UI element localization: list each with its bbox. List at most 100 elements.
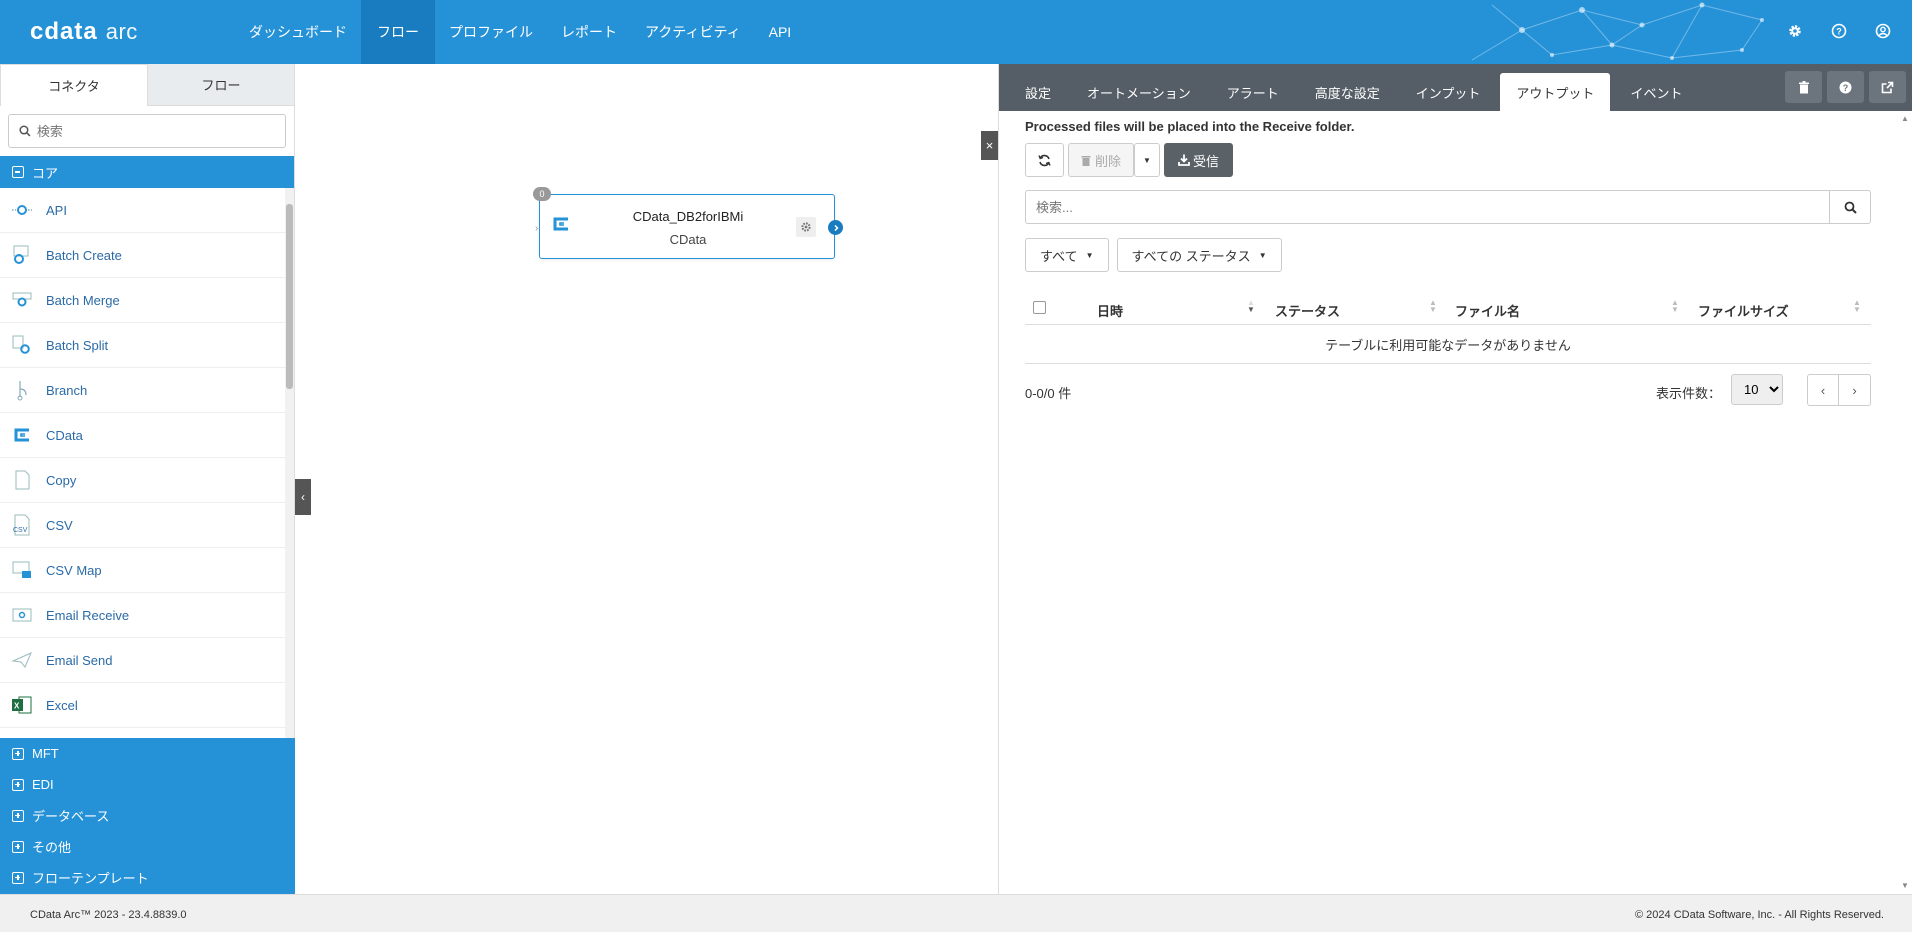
trash-icon[interactable]	[1785, 71, 1822, 103]
column-filesize[interactable]: ファイルサイズ	[1698, 301, 1789, 320]
output-search	[1025, 190, 1871, 224]
close-panel-button[interactable]: ×	[981, 131, 998, 160]
expand-icon	[12, 871, 24, 884]
connector-email-receive[interactable]: Email Receive	[0, 593, 286, 638]
tab-alerts[interactable]: アラート	[1211, 73, 1295, 111]
column-status[interactable]: ステータス	[1275, 301, 1340, 320]
connector-label: CSV	[46, 517, 73, 533]
download-icon	[1178, 154, 1190, 166]
help-icon[interactable]: ?	[1827, 71, 1864, 103]
tab-flows[interactable]: フロー	[148, 64, 294, 106]
nav-item-profile[interactable]: プロファイル	[435, 0, 547, 64]
sort-icon[interactable]: ▲ ▼	[1671, 299, 1679, 314]
receive-button[interactable]: 受信	[1164, 143, 1233, 177]
tab-settings[interactable]: 設定	[1009, 73, 1067, 111]
scroll-down-icon[interactable]: ▼	[1900, 881, 1910, 890]
section-edi[interactable]: EDI	[0, 769, 295, 800]
network-decoration	[1471, 2, 1764, 61]
search-icon	[1844, 201, 1857, 214]
app-logo[interactable]: cdata arc	[30, 18, 138, 46]
scroll-up-icon[interactable]: ▲	[1900, 114, 1910, 123]
connector-label: CData	[46, 427, 83, 443]
tab-connectors[interactable]: コネクタ	[0, 64, 148, 106]
expand-icon	[12, 840, 24, 853]
next-page-button[interactable]: ›	[1839, 374, 1871, 406]
sort-icon[interactable]: ▲ ▼	[1853, 299, 1861, 314]
column-datetime[interactable]: 日時	[1097, 301, 1123, 320]
sidebar-scroll-thumb[interactable]	[286, 204, 293, 389]
output-search-input[interactable]	[1025, 190, 1829, 224]
connector-label: CSV Map	[46, 562, 102, 578]
connector-copy[interactable]: Copy	[0, 458, 286, 503]
connector-csv[interactable]: CSV CSV	[0, 503, 286, 548]
node-input-port[interactable]: ›	[535, 223, 538, 234]
output-toolbar: 削除 ▼ 受信	[1025, 143, 1871, 177]
per-page-select[interactable]: 10	[1731, 374, 1783, 405]
connector-label: API	[46, 202, 67, 218]
version-text: CData Arc™ 2023 - 23.4.8839.0	[30, 909, 187, 921]
section-core-label: コア	[32, 165, 59, 181]
expand-icon	[12, 778, 24, 791]
connector-branch[interactable]: Branch	[0, 368, 286, 413]
connector-batch-create[interactable]: Batch Create	[0, 233, 286, 278]
filter-all-dropdown[interactable]: すべて ▼	[1025, 238, 1109, 272]
tab-output[interactable]: アウトプット	[1500, 73, 1611, 111]
sidebar-scrollbar[interactable]	[285, 188, 294, 740]
excel-icon: X	[10, 693, 34, 717]
tab-advanced[interactable]: 高度な設定	[1299, 73, 1396, 111]
node-gear-icon[interactable]	[796, 217, 816, 237]
tab-events[interactable]: イベント	[1614, 73, 1698, 111]
connector-api[interactable]: API	[0, 188, 286, 233]
tab-automation[interactable]: オートメーション	[1071, 73, 1207, 111]
collapse-icon	[12, 166, 24, 178]
gear-icon[interactable]	[1784, 20, 1806, 42]
collapse-sidebar-button[interactable]: ‹	[295, 479, 311, 515]
trash-icon	[1081, 155, 1091, 166]
nav-item-api[interactable]: API	[755, 0, 806, 64]
connector-cdata[interactable]: CData	[0, 413, 286, 458]
flow-node-cdata[interactable]: 0 › CData_DB2forIBMi CData	[533, 187, 843, 259]
user-icon[interactable]	[1872, 20, 1894, 42]
sort-icon[interactable]: ▲ ▼	[1429, 299, 1437, 314]
column-filename[interactable]: ファイル名	[1455, 301, 1520, 320]
external-link-icon[interactable]	[1869, 71, 1906, 103]
nav-item-reports[interactable]: レポート	[547, 0, 631, 64]
output-table: 日時 ▲ ▼ ステータス ▲ ▼ ファイル名 ▲ ▼ ファイルサイズ ▲ ▼ テーブルに…	[1025, 290, 1871, 364]
section-other[interactable]: その他	[0, 831, 295, 862]
connector-batch-merge[interactable]: Batch Merge	[0, 278, 286, 323]
filter-status-dropdown[interactable]: すべての ステータス ▼	[1116, 238, 1282, 272]
connector-csv-map[interactable]: CSV Map	[0, 548, 286, 593]
section-database[interactable]: データベース	[0, 800, 295, 831]
section-label: データベース	[32, 809, 110, 824]
refresh-button[interactable]	[1025, 143, 1064, 177]
svg-text:X: X	[14, 702, 20, 711]
delete-button[interactable]: 削除	[1068, 143, 1134, 177]
sort-desc-icon[interactable]: ▲ ▼	[1247, 299, 1255, 314]
search-icon	[19, 125, 31, 137]
connector-excel[interactable]: X Excel	[0, 683, 286, 728]
sidebar-search-input[interactable]	[36, 123, 275, 139]
prev-page-button[interactable]: ‹	[1807, 374, 1839, 406]
section-mft[interactable]: MFT	[0, 738, 295, 769]
connector-batch-split[interactable]: Batch Split	[0, 323, 286, 368]
delete-dropdown-toggle[interactable]: ▼	[1134, 143, 1160, 177]
section-core[interactable]: コア	[0, 156, 294, 188]
top-icons: ?	[1784, 20, 1894, 42]
nav-item-dashboard[interactable]: ダッシュボード	[235, 0, 361, 64]
panel-scrollbar[interactable]: ▲ ▼	[1900, 114, 1910, 890]
expand-icon	[12, 747, 24, 760]
flow-canvas[interactable]: ‹ 0 › CData_DB2forIBMi CData	[295, 64, 998, 894]
footer: CData Arc™ 2023 - 23.4.8839.0 © 2024 CDa…	[0, 894, 1912, 932]
tab-input[interactable]: インプット	[1400, 73, 1497, 111]
output-tab-body: Processed files will be placed into the …	[1025, 119, 1871, 406]
nav-item-flow[interactable]: フロー	[361, 0, 435, 64]
select-all-checkbox[interactable]	[1033, 301, 1046, 314]
node-queue-badge: 0	[533, 187, 551, 201]
node-output-port[interactable]	[828, 220, 843, 235]
connector-email-send[interactable]: Email Send	[0, 638, 286, 683]
search-button[interactable]	[1829, 190, 1871, 224]
help-icon[interactable]: ?	[1828, 20, 1850, 42]
section-flow-templates[interactable]: フローテンプレート	[0, 862, 295, 893]
branch-icon	[10, 378, 34, 402]
nav-item-activity[interactable]: アクティビティ	[631, 0, 755, 64]
